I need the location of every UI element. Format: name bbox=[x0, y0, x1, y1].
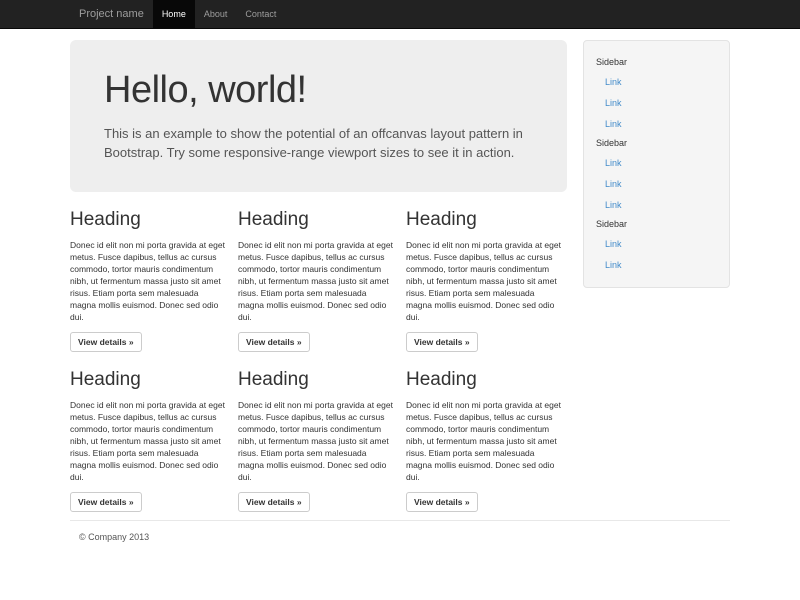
nav-item-contact[interactable]: Contact bbox=[236, 0, 285, 28]
sidebar-column: Sidebar Link Link Link Sidebar Link Link… bbox=[583, 29, 730, 288]
card-heading: Heading bbox=[238, 369, 390, 391]
card-heading: Heading bbox=[70, 209, 222, 231]
sidebar-link[interactable]: Link bbox=[596, 71, 717, 92]
sidebar-group-heading: Sidebar bbox=[596, 215, 717, 233]
sidebar-group-heading: Sidebar bbox=[596, 53, 717, 71]
feature-card: Heading Donec id elit non mi porta gravi… bbox=[238, 352, 390, 512]
sidebar-link[interactable]: Link bbox=[596, 173, 717, 194]
card-heading: Heading bbox=[406, 209, 558, 231]
footer-divider bbox=[70, 520, 730, 521]
sidebar-link[interactable]: Link bbox=[596, 194, 717, 215]
sidebar-link[interactable]: Link bbox=[596, 113, 717, 134]
feature-row-2: Heading Donec id elit non mi porta gravi… bbox=[70, 352, 567, 512]
nav-item-about[interactable]: About bbox=[195, 0, 237, 28]
sidebar-link[interactable]: Link bbox=[596, 233, 717, 254]
page-container: Hello, world! This is an example to show… bbox=[70, 29, 730, 542]
content-row: Hello, world! This is an example to show… bbox=[70, 29, 730, 512]
sidebar-link[interactable]: Link bbox=[596, 152, 717, 173]
view-details-button[interactable]: View details » bbox=[238, 332, 310, 352]
view-details-button[interactable]: View details » bbox=[70, 492, 142, 512]
feature-card: Heading Donec id elit non mi porta gravi… bbox=[70, 192, 222, 352]
card-body: Donec id elit non mi porta gravida at eg… bbox=[238, 239, 394, 323]
copyright-text: © Company 2013 bbox=[70, 532, 730, 542]
sidebar-nav: Sidebar Link Link Link Sidebar Link Link… bbox=[596, 53, 717, 275]
main-column: Hello, world! This is an example to show… bbox=[70, 29, 567, 512]
card-heading: Heading bbox=[406, 369, 558, 391]
feature-card: Heading Donec id elit non mi porta gravi… bbox=[406, 192, 558, 352]
navbar-inner: Project name Home About Contact bbox=[70, 0, 730, 28]
view-details-button[interactable]: View details » bbox=[406, 492, 478, 512]
navbar: Project name Home About Contact bbox=[0, 0, 800, 29]
feature-card: Heading Donec id elit non mi porta gravi… bbox=[70, 352, 222, 512]
card-heading: Heading bbox=[70, 369, 222, 391]
sidebar-group-heading: Sidebar bbox=[596, 134, 717, 152]
card-body: Donec id elit non mi porta gravida at eg… bbox=[406, 399, 562, 483]
feature-card: Heading Donec id elit non mi porta gravi… bbox=[238, 192, 390, 352]
footer: © Company 2013 bbox=[70, 532, 730, 542]
page-title: Hello, world! bbox=[104, 70, 533, 111]
card-heading: Heading bbox=[238, 209, 390, 231]
sidebar-link[interactable]: Link bbox=[596, 92, 717, 113]
feature-card: Heading Donec id elit non mi porta gravi… bbox=[406, 352, 558, 512]
sidebar-well: Sidebar Link Link Link Sidebar Link Link… bbox=[583, 40, 730, 288]
nav-item-home[interactable]: Home bbox=[153, 0, 195, 28]
card-body: Donec id elit non mi porta gravida at eg… bbox=[70, 239, 226, 323]
view-details-button[interactable]: View details » bbox=[238, 492, 310, 512]
view-details-button[interactable]: View details » bbox=[406, 332, 478, 352]
jumbotron-lead: This is an example to show the potential… bbox=[104, 124, 533, 162]
card-body: Donec id elit non mi porta gravida at eg… bbox=[70, 399, 226, 483]
sidebar-link[interactable]: Link bbox=[596, 254, 717, 275]
navbar-brand[interactable]: Project name bbox=[70, 0, 153, 28]
jumbotron: Hello, world! This is an example to show… bbox=[70, 40, 567, 192]
view-details-button[interactable]: View details » bbox=[70, 332, 142, 352]
feature-row-1: Heading Donec id elit non mi porta gravi… bbox=[70, 192, 567, 352]
card-body: Donec id elit non mi porta gravida at eg… bbox=[238, 399, 394, 483]
card-body: Donec id elit non mi porta gravida at eg… bbox=[406, 239, 562, 323]
